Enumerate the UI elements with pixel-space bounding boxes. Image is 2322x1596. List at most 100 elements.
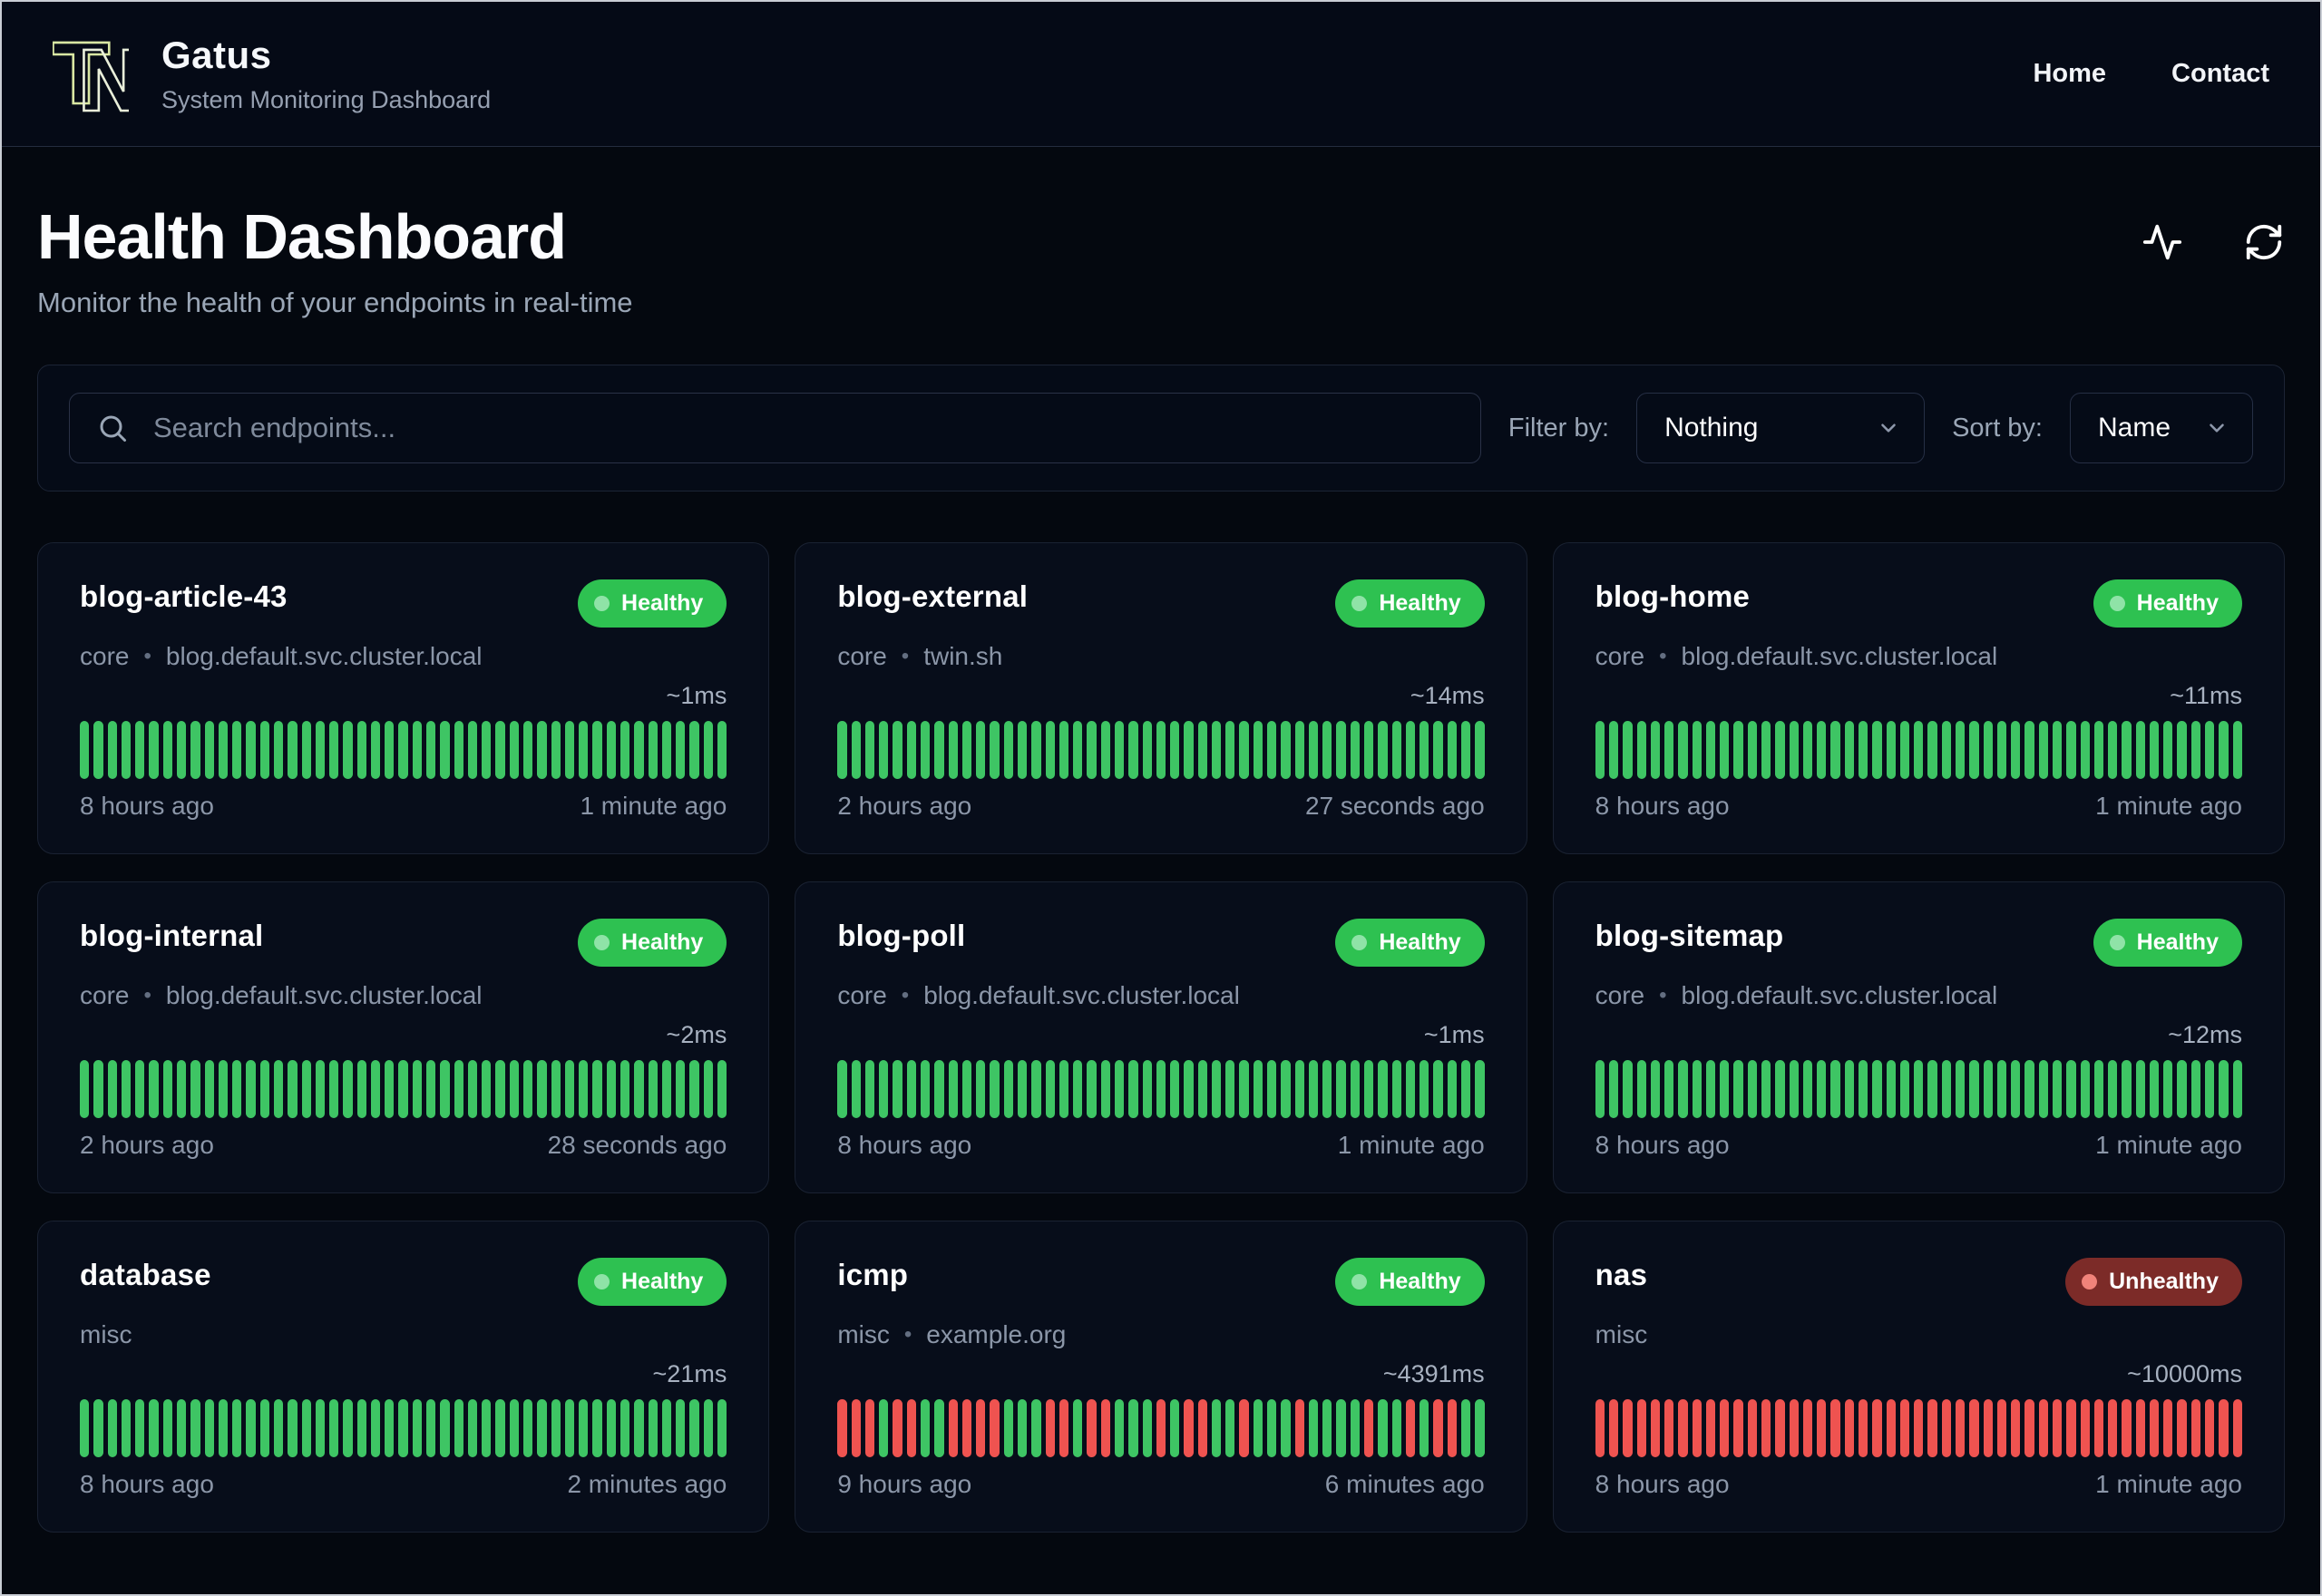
uptime-bar[interactable]: [2135, 1060, 2145, 1118]
uptime-bar[interactable]: [2219, 1060, 2229, 1118]
uptime-bar[interactable]: [1955, 1399, 1966, 1457]
uptime-bar[interactable]: [1775, 1399, 1785, 1457]
uptime-bar[interactable]: [1789, 1399, 1799, 1457]
activity-icon[interactable]: [2142, 221, 2183, 263]
uptime-bar[interactable]: [990, 1060, 1000, 1118]
uptime-bar[interactable]: [1211, 1060, 1222, 1118]
uptime-bar[interactable]: [1955, 721, 1966, 779]
uptime-bar[interactable]: [1294, 721, 1304, 779]
uptime-bar[interactable]: [218, 1060, 229, 1118]
uptime-bar[interactable]: [1636, 1399, 1646, 1457]
uptime-bar[interactable]: [2080, 1399, 2090, 1457]
uptime-bar[interactable]: [162, 721, 172, 779]
uptime-bar[interactable]: [204, 721, 214, 779]
uptime-bar[interactable]: [121, 1399, 132, 1457]
uptime-bar[interactable]: [2149, 1060, 2160, 1118]
uptime-bar[interactable]: [676, 721, 686, 779]
uptime-bar[interactable]: [1142, 1060, 1152, 1118]
uptime-bar[interactable]: [879, 1060, 889, 1118]
uptime-bar[interactable]: [80, 721, 90, 779]
uptime-bar[interactable]: [1595, 1399, 1605, 1457]
uptime-bar[interactable]: [564, 1060, 575, 1118]
uptime-bar[interactable]: [1336, 1399, 1346, 1457]
uptime-bar[interactable]: [1830, 721, 1840, 779]
uptime-bar[interactable]: [1678, 1060, 1688, 1118]
uptime-bar[interactable]: [2024, 1399, 2034, 1457]
endpoint-card[interactable]: blog-article-43 Healthy core • blog.defa…: [37, 542, 770, 854]
uptime-bar[interactable]: [1225, 1399, 1235, 1457]
uptime-bar[interactable]: [2135, 1399, 2145, 1457]
uptime-bar[interactable]: [689, 1060, 699, 1118]
uptime-bar[interactable]: [1087, 1399, 1097, 1457]
uptime-bar[interactable]: [990, 1399, 1000, 1457]
uptime-bar[interactable]: [301, 721, 311, 779]
uptime-bar[interactable]: [689, 1399, 699, 1457]
uptime-bar[interactable]: [1678, 721, 1688, 779]
uptime-bar[interactable]: [1983, 1399, 1993, 1457]
uptime-bar[interactable]: [356, 1060, 366, 1118]
uptime-bar[interactable]: [2205, 1399, 2215, 1457]
uptime-bar[interactable]: [2205, 1060, 2215, 1118]
uptime-bar[interactable]: [1830, 1399, 1840, 1457]
uptime-bar[interactable]: [2024, 1060, 2034, 1118]
uptime-bar[interactable]: [523, 1060, 533, 1118]
uptime-bar[interactable]: [906, 1060, 917, 1118]
uptime-bar[interactable]: [990, 721, 1000, 779]
uptime-bar[interactable]: [1692, 1399, 1702, 1457]
uptime-bar[interactable]: [1983, 1060, 1993, 1118]
uptime-bar[interactable]: [1253, 1060, 1263, 1118]
uptime-bar[interactable]: [315, 721, 326, 779]
uptime-bar[interactable]: [1239, 1399, 1249, 1457]
uptime-bar[interactable]: [1955, 1060, 1966, 1118]
uptime-bar[interactable]: [467, 1060, 478, 1118]
uptime-bar[interactable]: [2149, 1399, 2160, 1457]
uptime-bar[interactable]: [1156, 1399, 1166, 1457]
uptime-bar[interactable]: [1114, 1399, 1125, 1457]
uptime-bar[interactable]: [606, 1399, 616, 1457]
uptime-bar[interactable]: [1608, 1399, 1619, 1457]
uptime-bar[interactable]: [551, 1399, 561, 1457]
uptime-bar[interactable]: [1872, 1399, 1882, 1457]
uptime-bar[interactable]: [149, 1399, 159, 1457]
uptime-bar[interactable]: [1294, 1399, 1304, 1457]
uptime-bar[interactable]: [2122, 1060, 2132, 1118]
uptime-bar[interactable]: [190, 1399, 200, 1457]
uptime-bar[interactable]: [1087, 721, 1097, 779]
uptime-bar[interactable]: [246, 1399, 256, 1457]
uptime-bar[interactable]: [1447, 1060, 1457, 1118]
uptime-bar[interactable]: [232, 1399, 242, 1457]
uptime-bar[interactable]: [1802, 721, 1813, 779]
uptime-bar[interactable]: [1073, 721, 1083, 779]
uptime-bar[interactable]: [1941, 1399, 1951, 1457]
uptime-bar[interactable]: [2093, 1060, 2104, 1118]
uptime-bar[interactable]: [1720, 1399, 1730, 1457]
uptime-bar[interactable]: [370, 721, 381, 779]
uptime-bar[interactable]: [1927, 1060, 1937, 1118]
uptime-bar[interactable]: [648, 1060, 658, 1118]
uptime-bar[interactable]: [921, 1399, 931, 1457]
uptime-bar[interactable]: [1267, 1399, 1277, 1457]
uptime-bar[interactable]: [851, 1060, 861, 1118]
uptime-bar[interactable]: [1003, 721, 1013, 779]
uptime-bar[interactable]: [879, 721, 889, 779]
uptime-bar[interactable]: [2232, 1060, 2242, 1118]
uptime-bar[interactable]: [162, 1399, 172, 1457]
uptime-bar[interactable]: [495, 1399, 505, 1457]
uptime-bar[interactable]: [288, 1399, 298, 1457]
uptime-bar[interactable]: [1899, 1060, 1910, 1118]
uptime-bar[interactable]: [1391, 1060, 1401, 1118]
uptime-bar[interactable]: [1420, 1060, 1429, 1118]
nav-link-contact[interactable]: Contact: [2171, 59, 2269, 89]
uptime-bar[interactable]: [356, 1399, 366, 1457]
uptime-bar[interactable]: [1941, 721, 1951, 779]
uptime-bar[interactable]: [190, 1060, 200, 1118]
uptime-bar[interactable]: [837, 1399, 847, 1457]
uptime-bar[interactable]: [976, 1060, 986, 1118]
uptime-bar[interactable]: [1447, 1399, 1457, 1457]
uptime-bar[interactable]: [2066, 1060, 2076, 1118]
uptime-bar[interactable]: [149, 1060, 159, 1118]
uptime-bar[interactable]: [2190, 1060, 2201, 1118]
uptime-bar[interactable]: [1886, 1060, 1896, 1118]
uptime-bar[interactable]: [1225, 1060, 1235, 1118]
uptime-bar[interactable]: [1844, 721, 1854, 779]
